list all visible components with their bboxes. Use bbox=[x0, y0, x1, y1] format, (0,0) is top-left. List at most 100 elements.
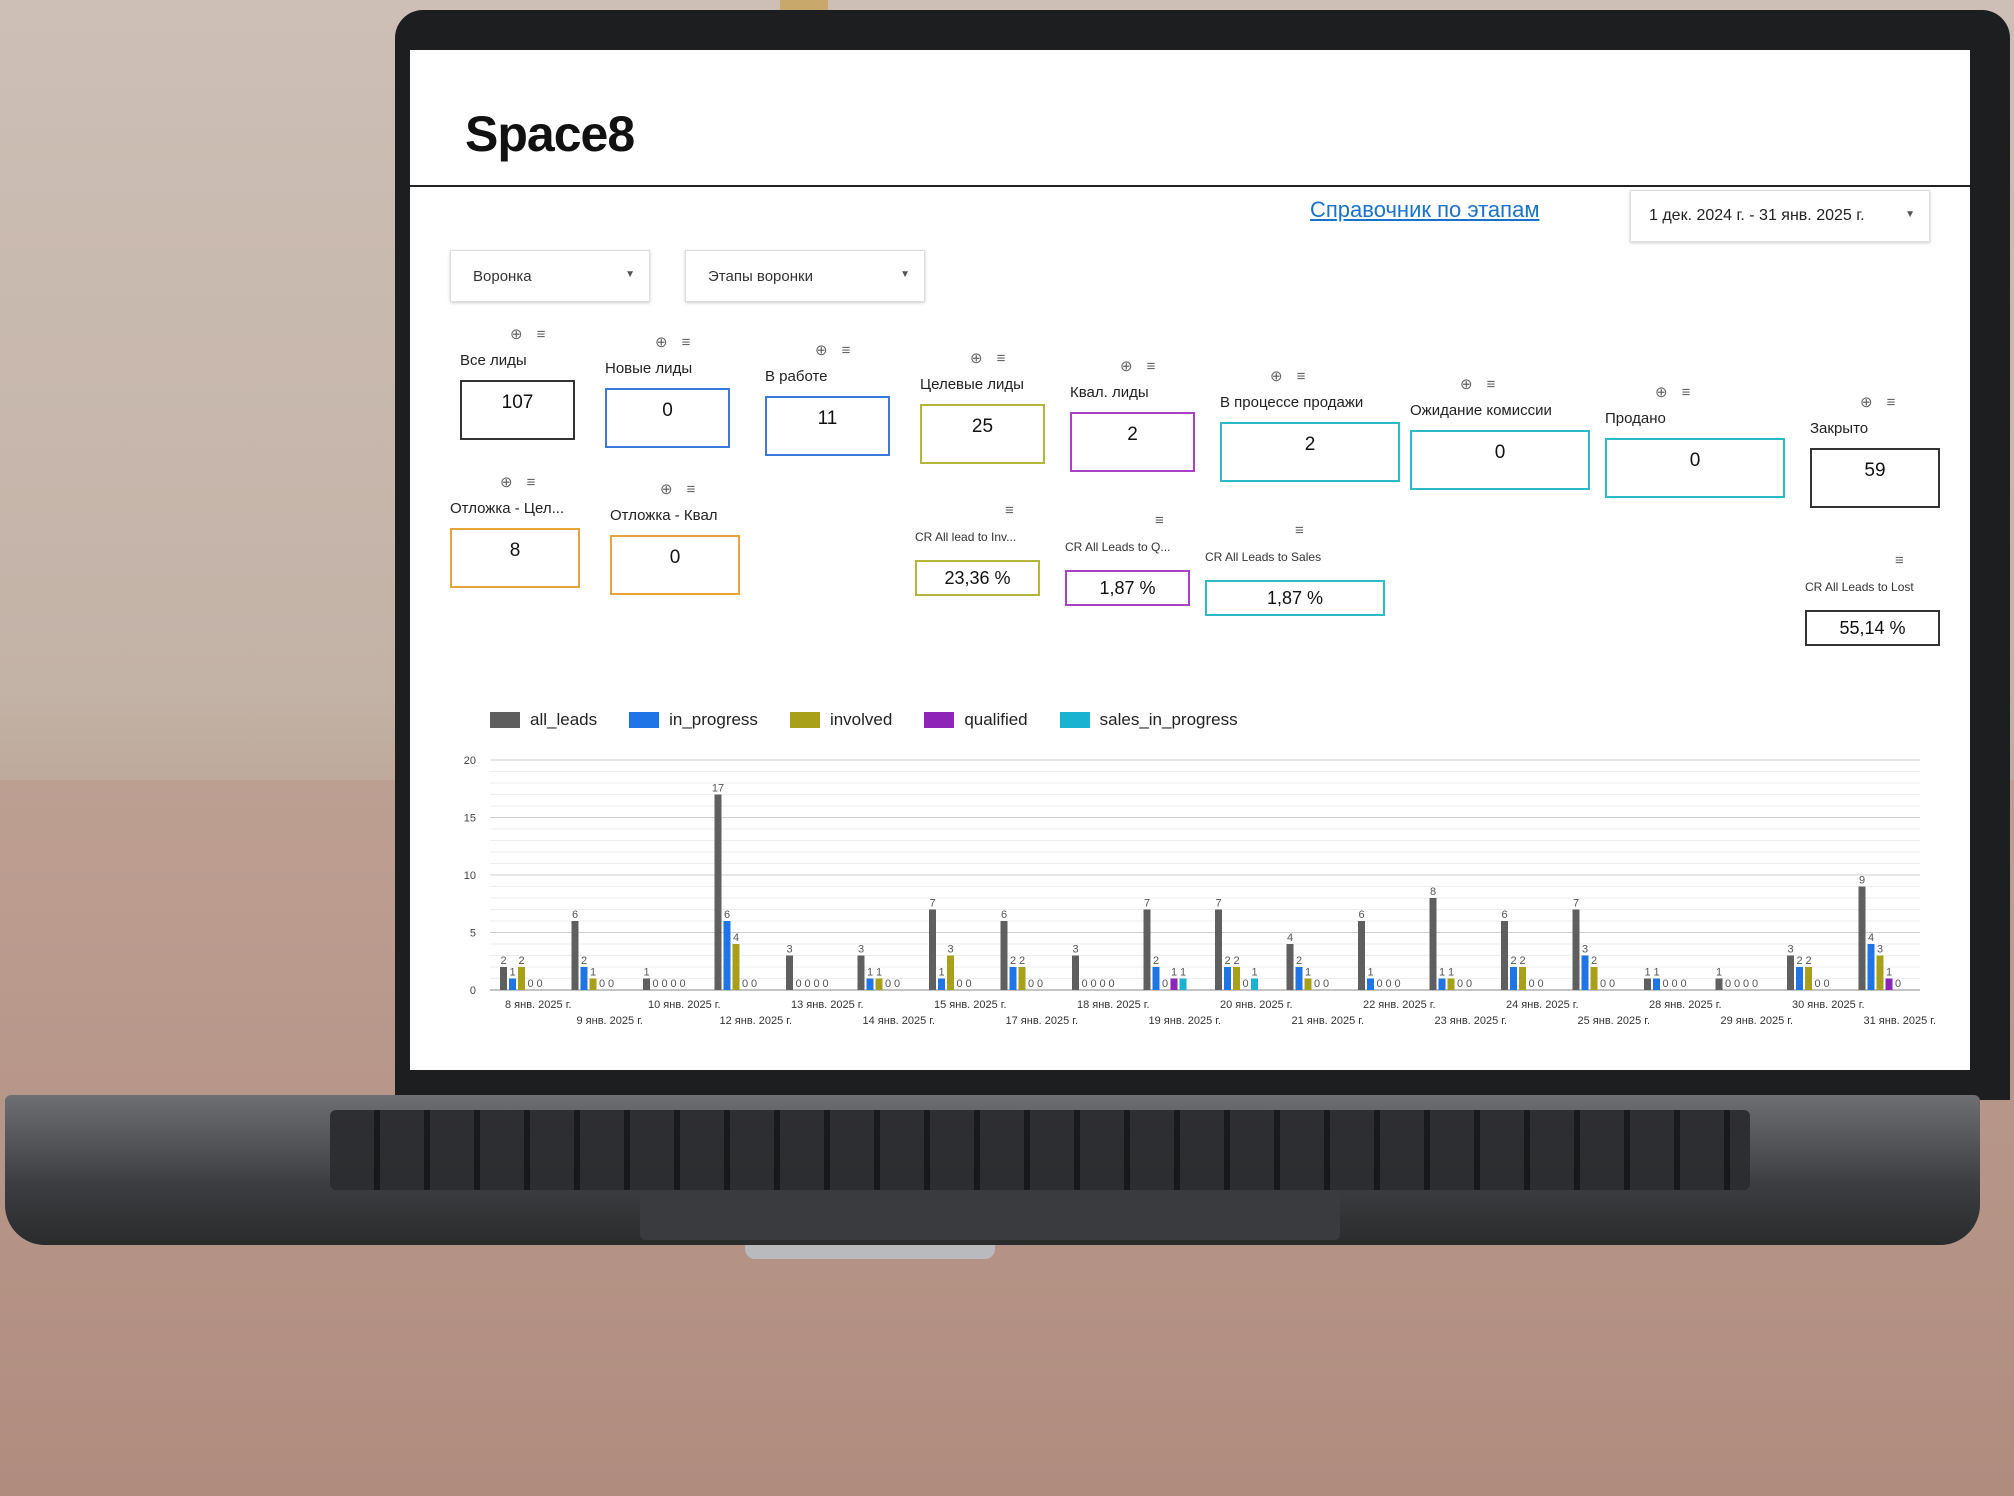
filter-icon[interactable]: ≡ bbox=[1297, 368, 1306, 385]
cr-value: 1,87 % bbox=[1065, 570, 1190, 606]
legend-label: all_leads bbox=[530, 710, 598, 729]
zoom-icon[interactable]: ⊕ bbox=[1460, 376, 1473, 393]
data-label: 7 bbox=[929, 898, 935, 910]
tile-value[interactable]: 0 bbox=[1410, 430, 1590, 490]
x-tick-label: 17 янв. 2025 г. bbox=[1006, 1015, 1079, 1027]
zoom-icon[interactable]: ⊕ bbox=[1860, 394, 1873, 411]
tile-value[interactable]: 25 bbox=[920, 404, 1045, 464]
legend-item[interactable]: in_progress bbox=[629, 710, 758, 730]
zoom-icon[interactable]: ⊕ bbox=[660, 481, 673, 498]
tile-tools: ⊕ ≡ bbox=[1270, 367, 1319, 385]
filter-icon[interactable]: ≡ bbox=[842, 342, 851, 359]
bar bbox=[1152, 967, 1160, 990]
cr-tools: ≡ bbox=[1155, 512, 1178, 529]
chevron-down-icon: ▼ bbox=[625, 269, 635, 280]
bar bbox=[1581, 955, 1589, 990]
zoom-icon[interactable]: ⊕ bbox=[510, 326, 523, 343]
tile-value[interactable]: 2 bbox=[1070, 412, 1195, 472]
filter-icon[interactable]: ≡ bbox=[1155, 512, 1164, 529]
tile-value[interactable]: 107 bbox=[460, 380, 575, 440]
zoom-icon[interactable]: ⊕ bbox=[655, 334, 668, 351]
tile-value[interactable]: 11 bbox=[765, 396, 890, 456]
filter-icon[interactable]: ≡ bbox=[687, 481, 696, 498]
y-tick-label: 20 bbox=[464, 755, 476, 767]
bar bbox=[1510, 967, 1517, 990]
legend-item[interactable]: involved bbox=[789, 710, 893, 730]
tile-value[interactable]: 8 bbox=[450, 528, 580, 588]
date-range-value: 1 дек. 2024 г. - 31 янв. 2025 г. bbox=[1649, 207, 1865, 224]
tile-value[interactable]: 59 bbox=[1810, 448, 1940, 508]
bar bbox=[589, 978, 597, 990]
zoom-icon[interactable]: ⊕ bbox=[970, 350, 983, 367]
data-label: 6 bbox=[724, 909, 730, 921]
filter-icon[interactable]: ≡ bbox=[1005, 502, 1014, 519]
bar bbox=[1519, 967, 1526, 990]
funnel-stages-dropdown[interactable]: Этапы воронки ▼ bbox=[685, 250, 925, 302]
tile-value[interactable]: 0 bbox=[605, 388, 730, 448]
x-tick-label: 15 янв. 2025 г. bbox=[934, 999, 1007, 1011]
data-label: 0 bbox=[742, 978, 748, 990]
zoom-icon[interactable]: ⊕ bbox=[1270, 368, 1283, 385]
filter-icon[interactable]: ≡ bbox=[1295, 522, 1304, 539]
data-label: 0 bbox=[661, 978, 667, 990]
filter-icon[interactable]: ≡ bbox=[997, 350, 1006, 367]
tile-tools: ⊕ ≡ bbox=[970, 349, 1019, 367]
filter-icon[interactable]: ≡ bbox=[1147, 358, 1156, 375]
bar bbox=[1358, 921, 1365, 990]
filter-icon[interactable]: ≡ bbox=[682, 334, 691, 351]
funnel-stages-dropdown-label: Этапы воронки bbox=[708, 267, 813, 285]
funnel-dropdown[interactable]: Воронка ▼ bbox=[450, 250, 650, 302]
data-label: 0 bbox=[1314, 978, 1320, 990]
filter-icon[interactable]: ≡ bbox=[527, 474, 536, 491]
filter-icon[interactable]: ≡ bbox=[1487, 376, 1496, 393]
zoom-icon[interactable]: ⊕ bbox=[500, 474, 513, 491]
data-label: 0 bbox=[1537, 978, 1543, 990]
data-label: 4 bbox=[733, 932, 739, 944]
filter-icon[interactable]: ≡ bbox=[1887, 394, 1896, 411]
legend-item[interactable]: sales_in_progress bbox=[1059, 710, 1238, 730]
dashboard-screen: Space8 Справочник по этапам 1 дек. 2024 … bbox=[410, 50, 1970, 1070]
data-label: 8 bbox=[1430, 886, 1436, 898]
bar bbox=[1000, 921, 1008, 990]
bar bbox=[1858, 886, 1866, 990]
y-tick-label: 10 bbox=[464, 870, 476, 882]
x-tick-label: 29 янв. 2025 г. bbox=[1721, 1015, 1794, 1027]
legend-label: involved bbox=[829, 710, 893, 729]
legend-item[interactable]: all_leads bbox=[490, 710, 597, 730]
bar bbox=[732, 944, 740, 990]
tile-tools: ⊕ ≡ bbox=[660, 480, 709, 498]
zoom-icon[interactable]: ⊕ bbox=[1655, 384, 1668, 401]
data-label: 0 bbox=[1376, 978, 1382, 990]
bar bbox=[1438, 978, 1446, 990]
data-label: 3 bbox=[1072, 944, 1078, 956]
data-label: 1 bbox=[643, 967, 649, 979]
bar bbox=[1876, 955, 1884, 990]
tile-value[interactable]: 2 bbox=[1220, 422, 1400, 482]
data-label: 2 bbox=[1519, 955, 1525, 967]
legend-item[interactable]: qualified bbox=[924, 710, 1028, 730]
stages-reference-link[interactable]: Справочник по этапам bbox=[1310, 197, 1539, 223]
tile-value[interactable]: 0 bbox=[1605, 438, 1785, 498]
legend-swatch bbox=[1059, 712, 1090, 728]
tile-label: В работе bbox=[765, 368, 828, 385]
x-tick-label: 12 янв. 2025 г. bbox=[720, 1015, 793, 1027]
data-label: 0 bbox=[1725, 978, 1731, 990]
filter-icon[interactable]: ≡ bbox=[1895, 552, 1904, 569]
x-tick-label: 22 янв. 2025 г. bbox=[1363, 999, 1436, 1011]
tile-tools: ⊕ ≡ bbox=[500, 473, 549, 491]
legend-swatch bbox=[629, 712, 660, 728]
filter-icon[interactable]: ≡ bbox=[537, 326, 546, 343]
cr-label: CR All Leads to Sales bbox=[1205, 550, 1322, 564]
data-label: 0 bbox=[1895, 978, 1901, 990]
zoom-icon[interactable]: ⊕ bbox=[815, 342, 828, 359]
data-label: 6 bbox=[1501, 909, 1507, 921]
data-label: 9 bbox=[1859, 875, 1865, 887]
data-label: 0 bbox=[1108, 978, 1114, 990]
zoom-icon[interactable]: ⊕ bbox=[1120, 358, 1133, 375]
bar bbox=[509, 978, 516, 990]
date-range-picker[interactable]: 1 дек. 2024 г. - 31 янв. 2025 г. ▼ bbox=[1630, 190, 1930, 242]
tile-value[interactable]: 0 bbox=[610, 535, 740, 595]
filter-icon[interactable]: ≡ bbox=[1682, 384, 1691, 401]
bar bbox=[1644, 978, 1651, 990]
bar bbox=[1796, 967, 1803, 990]
